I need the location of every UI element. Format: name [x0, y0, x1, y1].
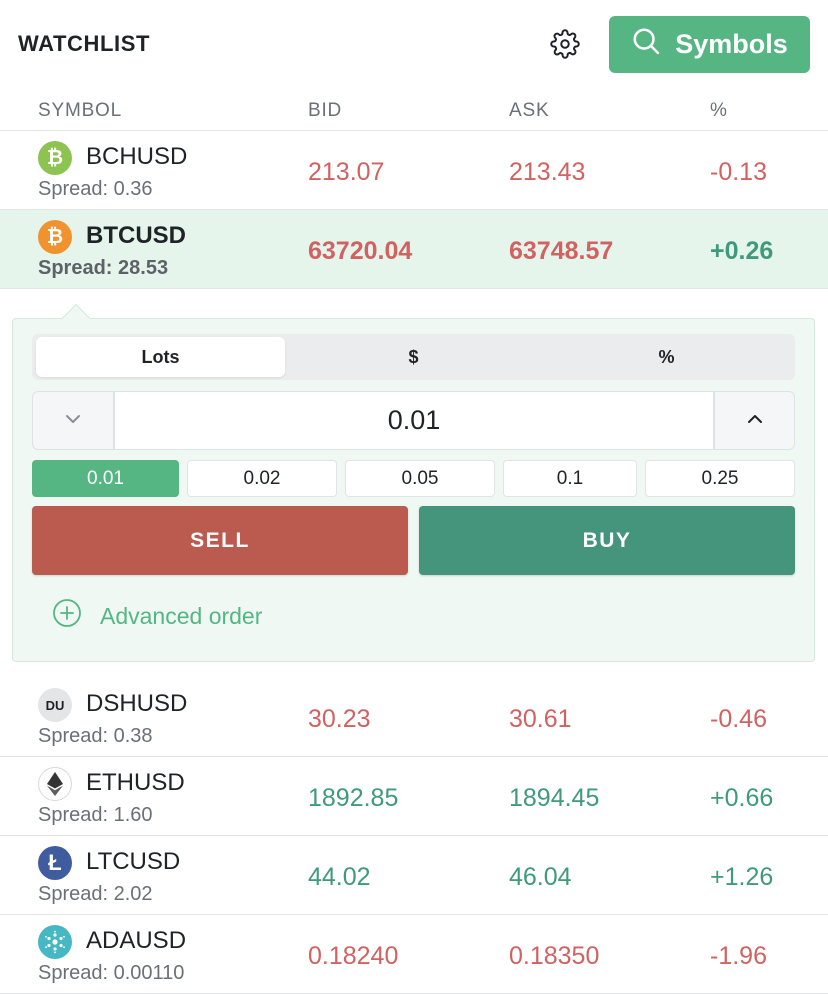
sell-button[interactable]: SELL — [32, 506, 408, 575]
column-header-percent[interactable]: % — [710, 100, 728, 130]
plus-circle-icon — [52, 598, 82, 634]
row-symbol: BCHUSD — [86, 143, 188, 170]
gear-icon[interactable] — [548, 27, 582, 61]
du-badge-icon: DU — [38, 688, 72, 722]
row-bid: 63720.04 — [308, 237, 413, 265]
search-icon — [631, 26, 661, 63]
table-row[interactable]: ₿ BCHUSD Spread: 0.36 213.07 213.43 -0.1… — [0, 131, 828, 210]
row-symbol: LTCUSD — [86, 848, 181, 875]
row-symbol: ADAUSD — [86, 927, 187, 954]
row-ask: 213.43 — [509, 158, 586, 186]
row-ask: 0.18350 — [509, 942, 600, 970]
row-spread: Spread: 28.53 — [38, 257, 169, 279]
symbols-button-label: Symbols — [675, 29, 788, 59]
row-bid: 213.07 — [308, 158, 385, 186]
buy-button[interactable]: BUY — [419, 506, 795, 575]
advanced-order-label: Advanced order — [100, 602, 263, 629]
row-percent: -1.96 — [710, 942, 767, 970]
table-row[interactable]: ADAUSD Spread: 0.00110 0.18240 0.18350 -… — [0, 915, 828, 994]
row-percent: -0.46 — [710, 705, 767, 733]
row-ask: 1894.45 — [509, 784, 600, 812]
preset-quantity-button[interactable]: 0.25 — [645, 460, 795, 497]
preset-quantity-button[interactable]: 0.02 — [187, 460, 337, 497]
bitcoin-cash-icon: ₿ — [38, 141, 72, 175]
table-row[interactable]: ₿ BTCUSD Spread: 28.53 63720.04 63748.57… — [0, 210, 828, 289]
symbols-button[interactable]: Symbols — [609, 16, 810, 73]
watchlist-header: WATCHLIST Symbols — [0, 0, 828, 90]
chevron-down-icon — [63, 412, 83, 430]
unit-segmented-control: Lots $ % — [32, 334, 795, 380]
row-bid: 1892.85 — [308, 784, 399, 812]
table-row[interactable]: Ł LTCUSD Spread: 2.02 44.02 46.04 +1.26 — [0, 836, 828, 915]
row-symbol: ETHUSD — [86, 769, 185, 796]
row-percent: +0.66 — [710, 784, 774, 812]
row-percent: +0.26 — [710, 237, 774, 265]
unit-tab-percent[interactable]: % — [542, 337, 791, 377]
column-header-bid[interactable]: BID — [308, 100, 342, 130]
litecoin-icon: Ł — [38, 846, 72, 880]
unit-tab-dollar[interactable]: $ — [289, 337, 538, 377]
quantity-input[interactable] — [114, 391, 714, 450]
row-spread: Spread: 0.36 — [38, 178, 153, 200]
chevron-up-icon — [745, 412, 765, 430]
row-percent: -0.13 — [710, 158, 767, 186]
row-ask: 46.04 — [509, 863, 572, 891]
row-spread: Spread: 0.38 — [38, 725, 153, 747]
row-ask: 30.61 — [509, 705, 572, 733]
bitcoin-icon: ₿ — [38, 220, 72, 254]
ethereum-icon — [38, 767, 72, 801]
row-symbol: DSHUSD — [86, 690, 188, 717]
preset-quantity-button[interactable]: 0.1 — [503, 460, 637, 497]
row-percent: +1.26 — [710, 863, 774, 891]
table-row[interactable]: ETHUSD Spread: 1.60 1892.85 1894.45 +0.6… — [0, 757, 828, 836]
row-spread: Spread: 1.60 — [38, 804, 153, 826]
page-title: WATCHLIST — [18, 31, 151, 56]
preset-quantity-button[interactable]: 0.01 — [32, 460, 179, 497]
row-spread: Spread: 0.00110 — [38, 962, 185, 984]
row-spread: Spread: 2.02 — [38, 883, 153, 905]
row-bid: 44.02 — [308, 863, 371, 891]
row-bid: 30.23 — [308, 705, 371, 733]
table-row[interactable]: DU DSHUSD Spread: 0.38 30.23 30.61 -0.46 — [0, 678, 828, 757]
column-header-symbol[interactable]: SYMBOL — [38, 100, 122, 130]
column-header-ask[interactable]: ASK — [509, 100, 549, 130]
cardano-icon — [38, 925, 72, 959]
decrease-quantity-button[interactable] — [32, 391, 114, 450]
unit-tab-lots[interactable]: Lots — [36, 337, 285, 377]
advanced-order-link[interactable]: Advanced order — [52, 598, 263, 634]
row-bid: 0.18240 — [308, 942, 399, 970]
increase-quantity-button[interactable] — [714, 391, 795, 450]
preset-quantity-button[interactable]: 0.05 — [345, 460, 495, 497]
row-symbol: BTCUSD — [86, 222, 186, 249]
row-ask: 63748.57 — [509, 237, 614, 265]
